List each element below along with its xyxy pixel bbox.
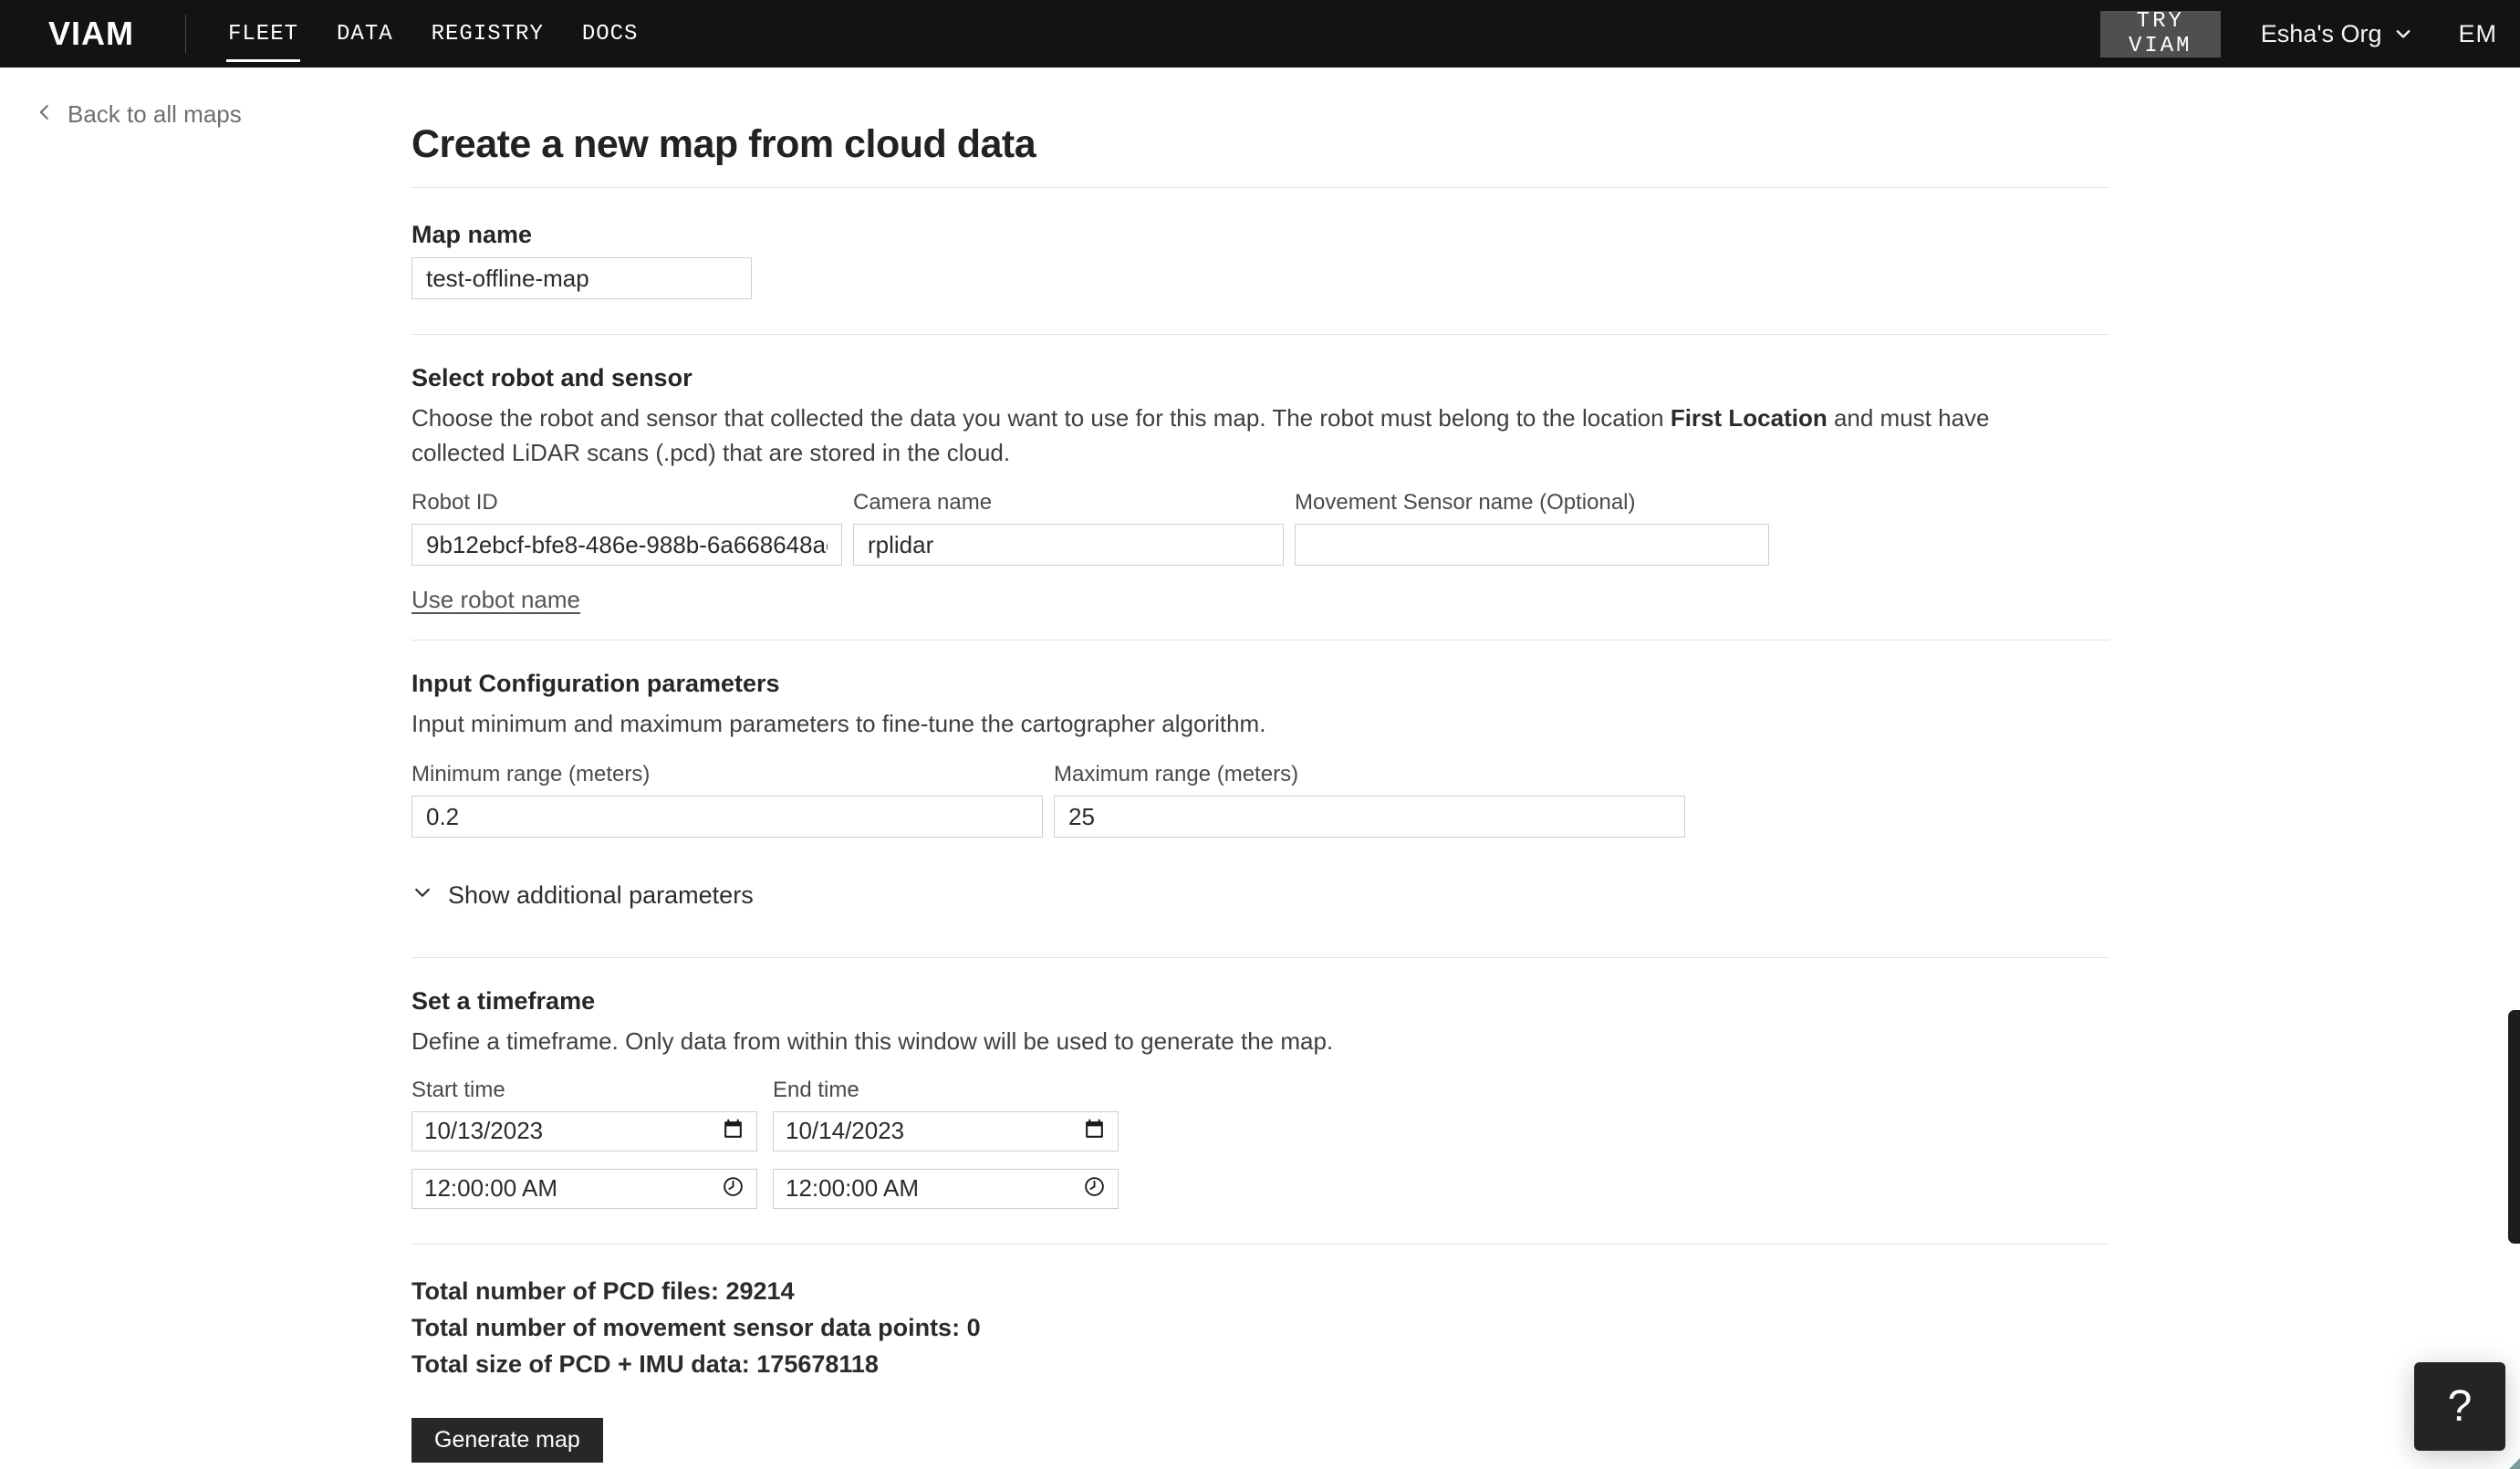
main-content: Create a new map from cloud data Map nam…	[411, 68, 2109, 1463]
try-viam-button[interactable]: TRY VIAM	[2099, 9, 2221, 58]
summary-section: Total number of PCD files: 29214 Total n…	[411, 1277, 2109, 1379]
range-fields: Minimum range (meters) Maximum range (me…	[411, 762, 2109, 839]
robot-id-label: Robot ID	[411, 490, 498, 516]
help-button[interactable]: ?	[2414, 1362, 2505, 1451]
timeframe-heading: Set a timeframe	[411, 987, 596, 1016]
camera-name-label: Camera name	[853, 490, 993, 516]
page-title: Create a new map from cloud data	[411, 122, 1036, 166]
use-robot-name-link[interactable]: Use robot name	[411, 586, 580, 614]
min-range-input[interactable]	[411, 796, 1043, 839]
viam-logo[interactable]: VIAM	[48, 15, 134, 53]
robot-sensor-heading: Select robot and sensor	[411, 364, 692, 391]
timeframe-fields: Start time 10/13/2023 12:00:00 AM End ti…	[411, 1078, 2109, 1209]
section-divider	[411, 957, 2109, 959]
org-name-label: Esha's Org	[2260, 19, 2382, 47]
section-divider	[411, 187, 2109, 188]
min-range-label: Minimum range (meters)	[411, 762, 651, 787]
start-time-input[interactable]: 12:00:00 AM	[411, 1168, 757, 1209]
movement-sensor-input[interactable]	[1295, 524, 1769, 567]
section-divider	[411, 334, 2109, 335]
end-time-input[interactable]: 12:00:00 AM	[773, 1168, 1119, 1209]
start-time-value: 12:00:00 AM	[424, 1174, 557, 1203]
total-movement-points: Total number of movement sensor data poi…	[411, 1313, 981, 1341]
robot-sensor-description: Choose the robot and sensor that collect…	[411, 401, 2072, 470]
movement-sensor-field-group: Movement Sensor name (Optional)	[1295, 490, 1769, 567]
clock-icon[interactable]	[722, 1175, 745, 1203]
nav-item-docs[interactable]: DOCS	[582, 13, 639, 56]
end-date-input[interactable]: 10/14/2023	[773, 1110, 1119, 1151]
top-nav: VIAM FLEET DATA REGISTRY DOCS TRY VIAM E…	[0, 0, 2520, 68]
max-range-field-group: Maximum range (meters)	[1054, 762, 1685, 839]
end-time-column: End time 10/14/2023 12:00:00 AM	[773, 1078, 1119, 1209]
chevron-down-icon	[2393, 24, 2413, 44]
movement-sensor-label: Movement Sensor name (Optional)	[1295, 490, 1636, 516]
max-range-input[interactable]	[1054, 796, 1685, 839]
back-to-all-maps-link[interactable]: Back to all maps	[35, 100, 242, 129]
resize-grip-icon	[2509, 1458, 2520, 1469]
org-switcher[interactable]: Esha's Org	[2261, 20, 2413, 48]
end-date-value: 10/14/2023	[786, 1117, 905, 1145]
end-time-label: End time	[773, 1077, 859, 1102]
calendar-icon[interactable]	[1083, 1118, 1106, 1145]
start-date-value: 10/13/2023	[424, 1117, 544, 1145]
show-additional-parameters-toggle[interactable]: Show additional parameters	[411, 881, 2109, 910]
robot-sensor-fields: Robot ID Camera name Movement Sensor nam…	[411, 490, 2109, 567]
robot-id-field-group: Robot ID	[411, 490, 842, 567]
chevron-left-icon	[35, 100, 55, 129]
generate-map-button[interactable]: Generate map	[411, 1417, 603, 1463]
nav-menu: FLEET DATA REGISTRY DOCS	[225, 13, 639, 62]
start-time-label: Start time	[411, 1077, 505, 1102]
nav-right-group: TRY VIAM Esha's Org EM	[2099, 9, 2520, 58]
config-params-section: Input Configuration parameters Input min…	[411, 670, 2109, 910]
timeframe-description: Define a timeframe. Only data from withi…	[411, 1027, 1334, 1056]
end-time-value: 12:00:00 AM	[786, 1174, 919, 1203]
location-name-text: First Location	[1670, 404, 1828, 432]
camera-name-field-group: Camera name	[853, 490, 1284, 567]
map-name-input[interactable]	[411, 257, 752, 299]
config-params-heading: Input Configuration parameters	[411, 670, 780, 698]
chevron-down-icon	[411, 881, 433, 910]
total-data-size: Total size of PCD + IMU data: 175678118	[411, 1349, 879, 1378]
timeframe-section: Set a timeframe Define a timeframe. Only…	[411, 987, 2109, 1209]
min-range-field-group: Minimum range (meters)	[411, 762, 1043, 839]
robot-sensor-section: Select robot and sensor Choose the robot…	[411, 364, 2109, 614]
section-divider	[411, 1243, 2109, 1245]
show-additional-label: Show additional parameters	[448, 881, 754, 910]
description-text: Choose the robot and sensor that collect…	[411, 404, 1671, 432]
map-name-heading: Map name	[411, 221, 533, 248]
camera-name-input[interactable]	[853, 524, 1284, 567]
section-divider	[411, 640, 2109, 641]
calendar-icon[interactable]	[722, 1118, 745, 1145]
map-name-section: Map name	[411, 221, 2109, 299]
clock-icon[interactable]	[1083, 1175, 1106, 1203]
config-params-description: Input minimum and maximum parameters to …	[411, 710, 1266, 738]
start-time-column: Start time 10/13/2023 12:00:00 AM	[411, 1078, 757, 1209]
max-range-label: Maximum range (meters)	[1054, 762, 1299, 787]
total-pcd-files: Total number of PCD files: 29214	[411, 1276, 795, 1305]
robot-id-input[interactable]	[411, 524, 842, 567]
user-avatar-initials[interactable]: EM	[2459, 20, 2498, 48]
nav-item-fleet[interactable]: FLEET	[225, 13, 301, 62]
nav-item-registry[interactable]: REGISTRY	[432, 13, 544, 56]
nav-item-data[interactable]: DATA	[337, 13, 393, 56]
back-link-label: Back to all maps	[68, 100, 242, 128]
nav-divider	[185, 15, 186, 53]
vertical-scrollbar-thumb[interactable]	[2508, 1010, 2520, 1244]
start-date-input[interactable]: 10/13/2023	[411, 1110, 757, 1151]
